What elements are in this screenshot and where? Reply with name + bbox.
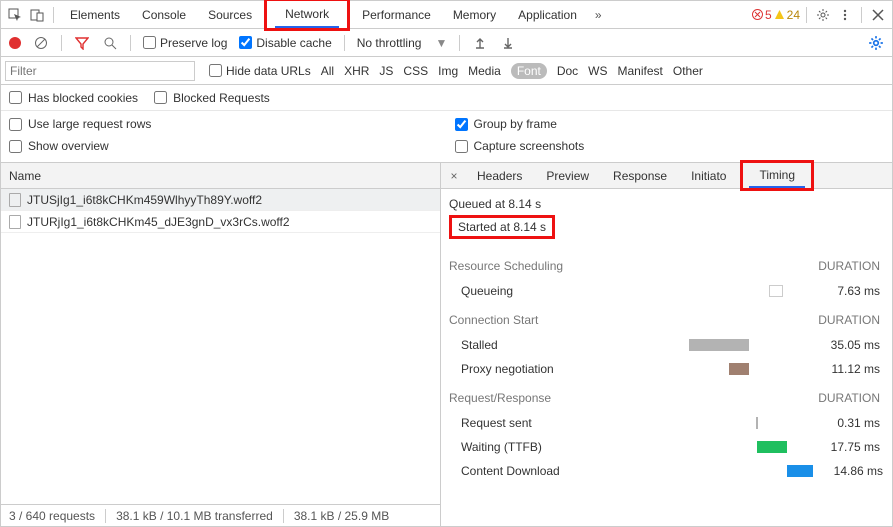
detail-tab-headers[interactable]: Headers	[467, 163, 532, 188]
network-settings-gear-icon[interactable]	[868, 35, 884, 51]
blocked-requests-checkbox[interactable]: Blocked Requests	[154, 91, 270, 105]
timing-row: Waiting (TTFB) 17.75 ms	[449, 435, 880, 459]
request-name: JTURjIg1_i6t8kCHKm45_dJE3gnD_vx3rCs.woff…	[27, 215, 290, 229]
timing-bar	[729, 363, 749, 375]
timing-bar	[769, 285, 783, 297]
group-by-frame-checkbox[interactable]: Group by frame	[455, 117, 885, 131]
filter-input[interactable]	[5, 61, 195, 81]
highlight-network: Network	[264, 0, 350, 31]
file-icon	[9, 193, 21, 207]
type-media[interactable]: Media	[468, 64, 501, 78]
timing-bar	[689, 339, 749, 351]
upload-icon[interactable]	[472, 35, 488, 51]
tab-network[interactable]: Network	[275, 1, 339, 28]
timing-bar	[756, 417, 758, 429]
status-transferred: 38.1 kB / 10.1 MB transferred	[116, 509, 284, 523]
timing-row: Request sent 0.31 ms	[449, 411, 880, 435]
search-icon[interactable]	[102, 35, 118, 51]
timing-value: 7.63 ms	[810, 284, 880, 298]
timing-bar	[787, 465, 813, 477]
highlight-timing: Timing	[740, 160, 814, 191]
tab-memory[interactable]: Memory	[443, 1, 506, 28]
duration-label: DURATION	[818, 391, 880, 405]
type-font[interactable]: Font	[511, 63, 547, 79]
type-ws[interactable]: WS	[588, 64, 607, 78]
capture-screenshots-checkbox[interactable]: Capture screenshots	[455, 139, 885, 153]
timing-bar	[757, 441, 787, 453]
timing-value: 11.12 ms	[810, 362, 880, 376]
type-filter-group: All XHR JS CSS Img Media Font Doc WS Man…	[321, 63, 703, 79]
more-tabs-icon[interactable]: »	[589, 8, 608, 22]
file-icon	[9, 215, 21, 229]
detail-tab-initiator[interactable]: Initiato	[681, 163, 736, 188]
has-blocked-cookies-checkbox[interactable]: Has blocked cookies	[9, 91, 138, 105]
type-all[interactable]: All	[321, 64, 334, 78]
timing-label: Waiting (TTFB)	[449, 440, 599, 454]
tab-console[interactable]: Console	[132, 1, 196, 28]
kebab-menu-icon[interactable]	[835, 5, 855, 25]
tab-sources[interactable]: Sources	[198, 1, 262, 28]
detail-tab-preview[interactable]: Preview	[536, 163, 599, 188]
timing-row: Stalled 35.05 ms	[449, 333, 880, 357]
clear-icon[interactable]	[33, 35, 49, 51]
request-list: JTUSjIg1_i6t8kCHKm459WlhyyTh89Y.woff2 JT…	[1, 189, 440, 504]
column-header-name[interactable]: Name	[1, 163, 440, 189]
tab-performance[interactable]: Performance	[352, 1, 441, 28]
status-resources: 38.1 kB / 25.9 MB	[294, 509, 389, 523]
section-title: Resource Scheduling	[449, 259, 563, 273]
table-row[interactable]: JTUSjIg1_i6t8kCHKm459WlhyyTh89Y.woff2	[1, 189, 440, 211]
timing-row: Proxy negotiation 11.12 ms	[449, 357, 880, 381]
timing-label: Content Download	[449, 464, 599, 478]
section-title: Connection Start	[449, 313, 538, 327]
close-devtools-icon[interactable]	[868, 5, 888, 25]
tab-application[interactable]: Application	[508, 1, 587, 28]
throttling-select[interactable]: No throttling▼	[357, 36, 448, 50]
section-title: Request/Response	[449, 391, 551, 405]
preserve-log-checkbox[interactable]: Preserve log	[143, 36, 227, 50]
type-js[interactable]: JS	[379, 64, 393, 78]
download-icon[interactable]	[500, 35, 516, 51]
timing-value: 0.31 ms	[810, 416, 880, 430]
started-at-text: Started at 8.14 s	[458, 220, 546, 234]
inspect-icon[interactable]	[5, 5, 25, 25]
type-manifest[interactable]: Manifest	[618, 64, 663, 78]
settings-gear-icon[interactable]	[813, 5, 833, 25]
timing-label: Request sent	[449, 416, 599, 430]
detail-tab-response[interactable]: Response	[603, 163, 677, 188]
queued-at-text: Queued at 8.14 s	[449, 197, 880, 211]
status-bar: 3 / 640 requests 38.1 kB / 10.1 MB trans…	[1, 504, 440, 526]
request-name: JTUSjIg1_i6t8kCHKm459WlhyyTh89Y.woff2	[27, 193, 262, 207]
type-img[interactable]: Img	[438, 64, 458, 78]
tab-elements[interactable]: Elements	[60, 1, 130, 28]
large-request-rows-checkbox[interactable]: Use large request rows	[9, 117, 439, 131]
duration-label: DURATION	[818, 259, 880, 273]
table-row[interactable]: JTURjIg1_i6t8kCHKm45_dJE3gnD_vx3rCs.woff…	[1, 211, 440, 233]
type-other[interactable]: Other	[673, 64, 703, 78]
timing-value: 14.86 ms	[813, 464, 883, 478]
device-icon[interactable]	[27, 5, 47, 25]
warning-badge[interactable]: 24	[774, 8, 800, 22]
type-xhr[interactable]: XHR	[344, 64, 369, 78]
close-detail-icon[interactable]: ×	[445, 169, 463, 183]
type-css[interactable]: CSS	[403, 64, 428, 78]
record-button[interactable]	[9, 37, 21, 49]
timing-row: Queueing 7.63 ms	[449, 279, 880, 303]
disable-cache-checkbox[interactable]: Disable cache	[239, 36, 331, 50]
filter-icon[interactable]	[74, 35, 90, 51]
timing-label: Queueing	[449, 284, 599, 298]
status-requests: 3 / 640 requests	[9, 509, 106, 523]
error-badge[interactable]: 5	[752, 8, 772, 22]
highlight-started: Started at 8.14 s	[449, 215, 555, 239]
timing-label: Stalled	[449, 338, 599, 352]
hide-data-urls-checkbox[interactable]: Hide data URLs	[209, 64, 311, 78]
type-doc[interactable]: Doc	[557, 64, 578, 78]
timing-value: 35.05 ms	[810, 338, 880, 352]
timing-value: 17.75 ms	[810, 440, 880, 454]
timing-label: Proxy negotiation	[449, 362, 599, 376]
timing-row: Content Download 14.86 ms	[449, 459, 880, 483]
show-overview-checkbox[interactable]: Show overview	[9, 139, 439, 153]
detail-tab-timing[interactable]: Timing	[749, 163, 805, 188]
duration-label: DURATION	[818, 313, 880, 327]
